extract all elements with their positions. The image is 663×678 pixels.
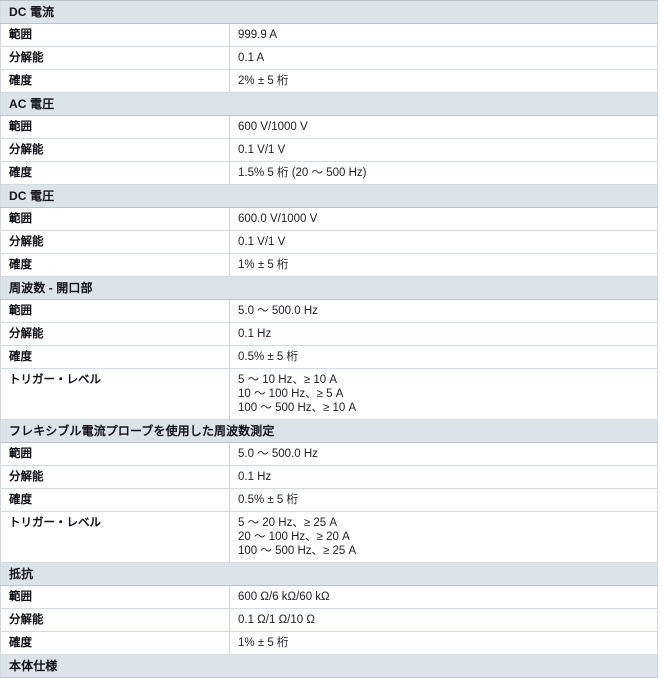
section-header-row: 本体仕様: [0, 654, 659, 678]
spec-value: 1% ± 5 桁: [228, 253, 659, 277]
spec-value: 0.1 A: [228, 46, 659, 70]
spec-value: 0.1 Ω/1 Ω/10 Ω: [228, 608, 659, 632]
spec-label: 範囲: [0, 442, 230, 466]
table-row: 確度 0.5% ± 5 桁: [0, 345, 659, 369]
section-header-row: DC 電圧: [0, 184, 659, 208]
table-row: 分解能 0.1 Ω/1 Ω/10 Ω: [0, 608, 659, 632]
spec-value: 999.9 A: [228, 23, 659, 47]
specification-table: DC 電流 範囲 999.9 A 分解能 0.1 A 確度 2% ± 5 桁 AC 電圧 範囲 6…: [0, 0, 659, 678]
spec-value: 5.0 ～ 500.0 Hz: [228, 299, 659, 323]
spec-label: 確度: [0, 69, 230, 93]
spec-value: 600 Ω/6 kΩ/60 kΩ: [228, 585, 659, 609]
spec-value: 0.1 V/1 V: [228, 138, 659, 162]
spec-label: 分解能: [0, 465, 230, 489]
section-title: AC 電圧: [0, 92, 659, 116]
spec-value: 1% ± 5 桁: [228, 631, 659, 655]
table-row: 分解能 0.1 Hz: [0, 465, 659, 489]
table-row: トリガー・レベル 5 ～ 10 Hz、≥ 10 A 10 ～ 100 Hz、≥ 5…: [0, 368, 659, 420]
section-header-row: AC 電圧: [0, 92, 659, 116]
spec-label: 範囲: [0, 299, 230, 323]
spec-value: 0.5% ± 5 桁: [228, 488, 659, 512]
spec-label: 確度: [0, 345, 230, 369]
table-row: 範囲 600.0 V/1000 V: [0, 207, 659, 231]
table-row: 確度 1.5% 5 桁 (20 ～ 500 Hz): [0, 161, 659, 185]
spec-value: 5 ～ 10 Hz、≥ 10 A 10 ～ 100 Hz、≥ 5 A 100 ～…: [228, 368, 659, 420]
spec-label: トリガー・レベル: [0, 368, 230, 420]
table-row: 範囲 600 V/1000 V: [0, 115, 659, 139]
spec-label: 確度: [0, 631, 230, 655]
section-header-row: フレキシブル電流プローブを使用した周波数測定: [0, 419, 659, 443]
section-title: 周波数 - 開口部: [0, 276, 659, 300]
spec-label: 確度: [0, 253, 230, 277]
table-row: 範囲 999.9 A: [0, 23, 659, 47]
spec-value: 5 ～ 20 Hz、≥ 25 A 20 ～ 100 Hz、≥ 20 A 100 …: [228, 511, 659, 563]
table-row: 確度 0.5% ± 5 桁: [0, 488, 659, 512]
spec-label: 範囲: [0, 115, 230, 139]
spec-value: 600.0 V/1000 V: [228, 207, 659, 231]
table-row: 確度 1% ± 5 桁: [0, 253, 659, 277]
spec-label: 分解能: [0, 46, 230, 70]
spec-label: 範囲: [0, 23, 230, 47]
section-title: 抵抗: [0, 562, 659, 586]
spec-label: 範囲: [0, 207, 230, 231]
section-title: DC 電流: [0, 0, 659, 24]
spec-value: 1.5% 5 桁 (20 ～ 500 Hz): [228, 161, 659, 185]
section-title: DC 電圧: [0, 184, 659, 208]
spec-value: 0.1 V/1 V: [228, 230, 659, 254]
spec-value: 0.1 Hz: [228, 465, 659, 489]
spec-value: 0.5% ± 5 桁: [228, 345, 659, 369]
section-title: 本体仕様: [0, 654, 659, 678]
spec-value: 5.0 ～ 500.0 Hz: [228, 442, 659, 466]
table-row: 範囲 5.0 ～ 500.0 Hz: [0, 442, 659, 466]
table-row: 確度 2% ± 5 桁: [0, 69, 659, 93]
table-row: 分解能 0.1 Hz: [0, 322, 659, 346]
spec-label: 分解能: [0, 608, 230, 632]
specification-table-body: DC 電流 範囲 999.9 A 分解能 0.1 A 確度 2% ± 5 桁 AC 電圧 範囲 6…: [0, 0, 659, 678]
section-header-row: 抵抗: [0, 562, 659, 586]
section-title: フレキシブル電流プローブを使用した周波数測定: [0, 419, 659, 443]
spec-value: 2% ± 5 桁: [228, 69, 659, 93]
section-header-row: DC 電流: [0, 0, 659, 24]
spec-label: 分解能: [0, 138, 230, 162]
spec-value: 600 V/1000 V: [228, 115, 659, 139]
spec-label: トリガー・レベル: [0, 511, 230, 563]
table-row: トリガー・レベル 5 ～ 20 Hz、≥ 25 A 20 ～ 100 Hz、≥ 2…: [0, 511, 659, 563]
table-row: 確度 1% ± 5 桁: [0, 631, 659, 655]
table-row: 分解能 0.1 V/1 V: [0, 230, 659, 254]
table-row: 分解能 0.1 A: [0, 46, 659, 70]
spec-label: 範囲: [0, 585, 230, 609]
section-header-row: 周波数 - 開口部: [0, 276, 659, 300]
spec-label: 分解能: [0, 322, 230, 346]
spec-label: 分解能: [0, 230, 230, 254]
table-row: 分解能 0.1 V/1 V: [0, 138, 659, 162]
table-row: 範囲 5.0 ～ 500.0 Hz: [0, 299, 659, 323]
spec-label: 確度: [0, 161, 230, 185]
spec-label: 確度: [0, 488, 230, 512]
spec-value: 0.1 Hz: [228, 322, 659, 346]
table-row: 範囲 600 Ω/6 kΩ/60 kΩ: [0, 585, 659, 609]
